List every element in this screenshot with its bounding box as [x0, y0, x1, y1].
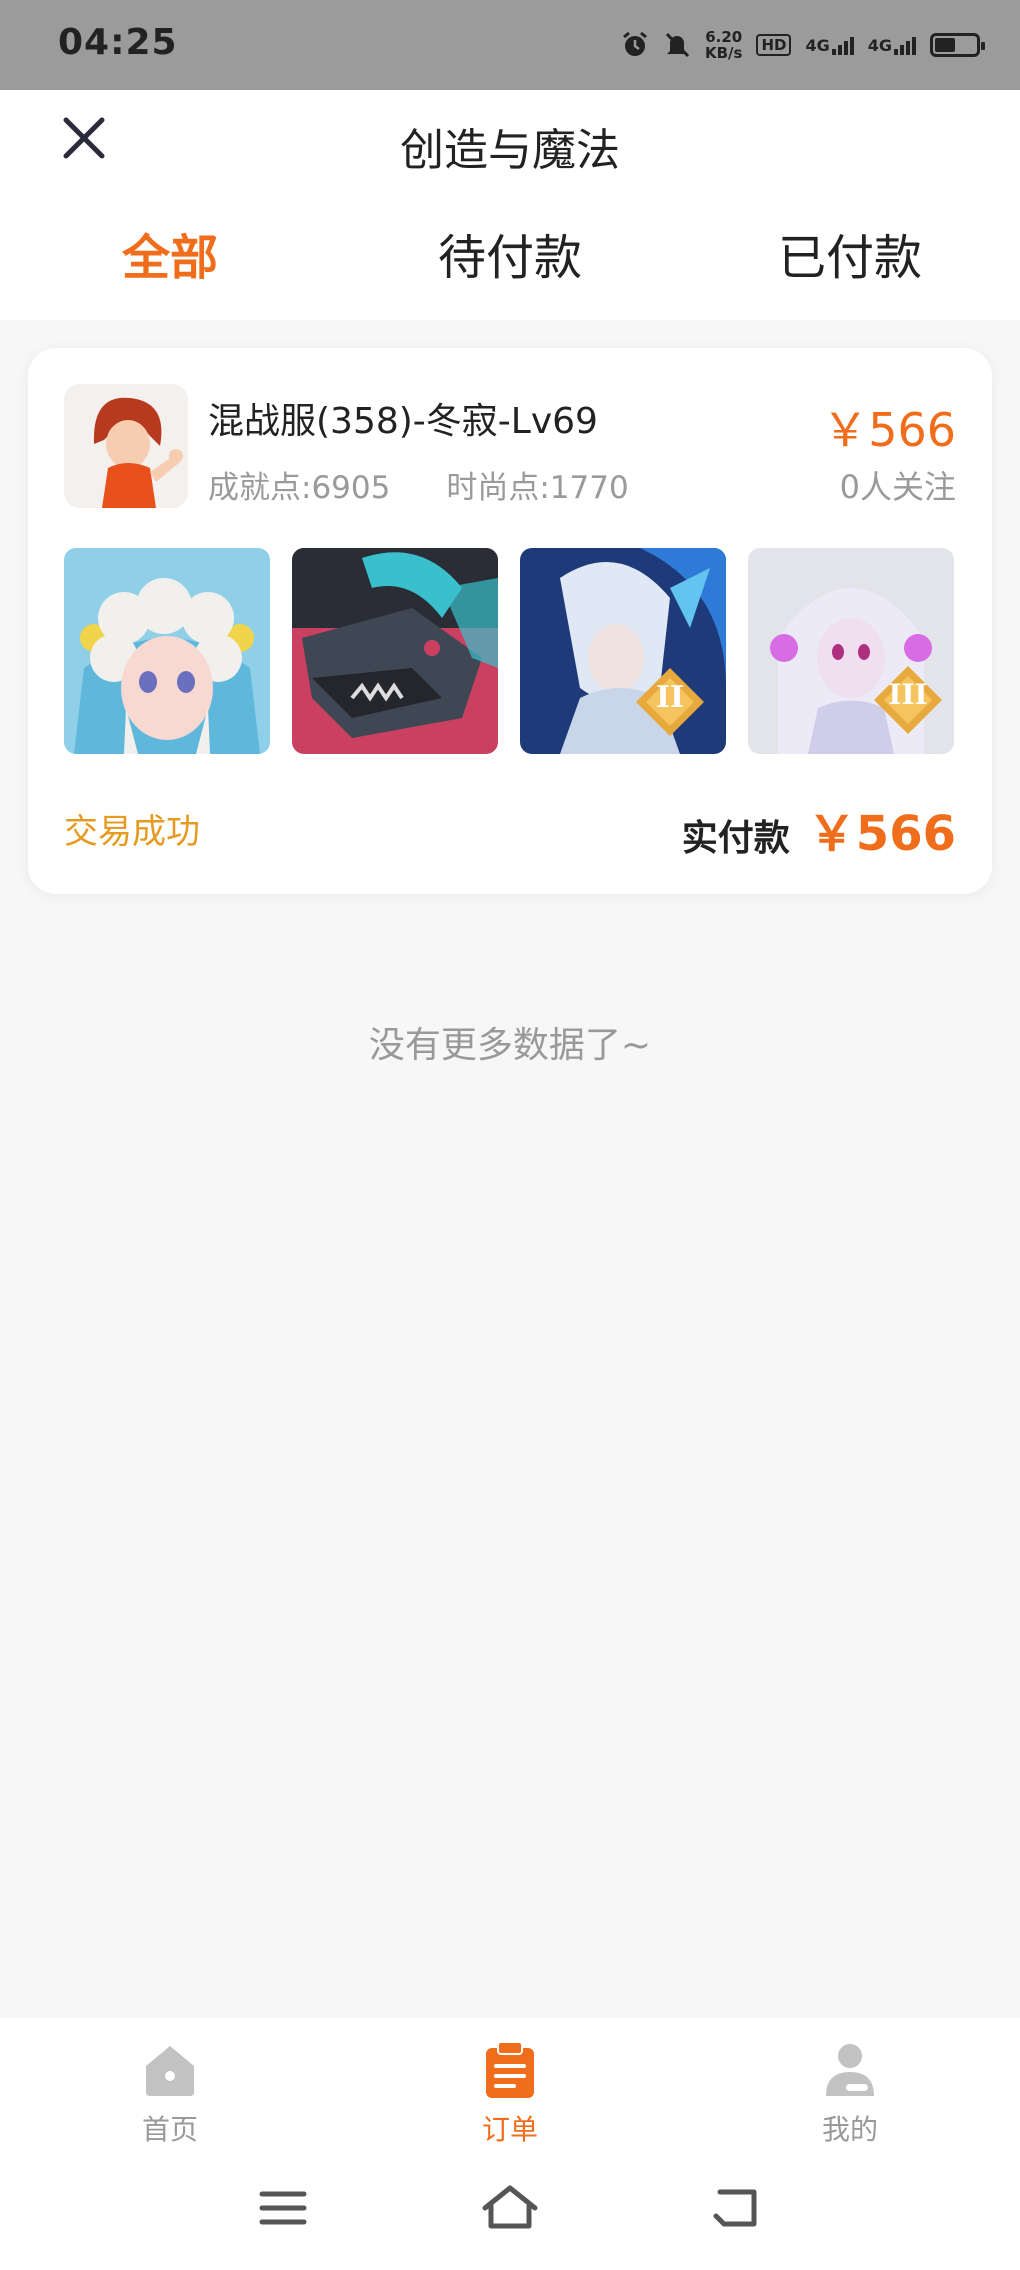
- tab-pending-payment[interactable]: 待付款: [340, 218, 680, 288]
- net-label-2: 4G: [867, 35, 892, 55]
- nav-orders-label: 订单: [481, 2113, 538, 2146]
- nav-home[interactable]: 首页: [100, 2040, 240, 2148]
- system-menu-button[interactable]: [248, 2178, 318, 2238]
- achievement-points: 成就点:6905: [208, 470, 391, 506]
- order-status: 交易成功: [64, 812, 200, 852]
- item-title: 混战服(358)-冬寂-Lv69: [208, 401, 598, 442]
- character-thumb-3-image: [520, 548, 726, 754]
- paid-label: 实付款: [681, 818, 790, 859]
- order-card[interactable]: 混战服(358)-冬寂-Lv69 成就点:6905 时尚点:1770 ￥566 …: [28, 348, 992, 894]
- character-avatar-icon: [64, 384, 188, 508]
- back-icon: [713, 2189, 757, 2227]
- fashion-points: 时尚点:1770: [446, 470, 629, 506]
- paid-amount: ￥566: [807, 806, 956, 862]
- character-thumb-3[interactable]: II: [520, 548, 726, 754]
- item-price: ￥566: [822, 403, 956, 457]
- signal-icon: [894, 36, 916, 55]
- system-back-button[interactable]: [702, 2178, 772, 2238]
- signal-sim2: 4G: [868, 36, 916, 55]
- mount-thumb-2[interactable]: [292, 548, 498, 754]
- character-thumb-1[interactable]: [64, 548, 270, 754]
- speed-unit: KB/s: [704, 44, 743, 62]
- home-icon: [146, 2046, 194, 2096]
- item-stats: 成就点:6905 时尚点:1770: [208, 462, 629, 507]
- battery-icon: [930, 33, 985, 57]
- signal-sim1: 4G: [805, 35, 854, 55]
- bottom-nav: 首页 订单 我的: [0, 2018, 1020, 2270]
- battery-level: [935, 38, 955, 52]
- profile-icon: [826, 2044, 874, 2096]
- nav-orders[interactable]: 订单: [440, 2040, 580, 2148]
- tab-bar: 全部 待付款 已付款: [0, 218, 1020, 288]
- menu-icon: [259, 2191, 307, 2225]
- status-icons: 6.20 KB/s HD 4G 4G: [621, 24, 985, 66]
- hd-badge: HD: [756, 34, 792, 56]
- alarm-icon: [623, 31, 647, 56]
- mute-icon: [665, 32, 690, 58]
- nav-mine[interactable]: 我的: [780, 2040, 920, 2148]
- header: 创造与魔法 全部 待付款 已付款: [0, 90, 1020, 320]
- tab-all[interactable]: 全部: [0, 218, 340, 288]
- character-thumb-4-image: [748, 548, 954, 754]
- orders-icon: [486, 2041, 534, 2098]
- page-title: 创造与魔法: [400, 125, 620, 176]
- character-thumb-4[interactable]: III: [748, 548, 954, 754]
- game-avatar: [64, 384, 188, 508]
- rank-badge: III: [888, 678, 928, 711]
- rank-badge: II: [655, 680, 685, 715]
- thumbnail-row: II III: [64, 548, 954, 754]
- signal-icon: [831, 36, 854, 55]
- net-label-1: 4G: [805, 35, 830, 55]
- nav-mine-label: 我的: [821, 2113, 878, 2146]
- nav-home-label: 首页: [141, 2113, 198, 2146]
- tab-paid[interactable]: 已付款: [680, 218, 1020, 288]
- followers-count: 0人关注: [839, 468, 956, 506]
- status-bar: 04:25 6.20 KB/s HD 4G 4G: [0, 0, 1020, 90]
- network-speed: 6.20 KB/s: [705, 29, 742, 61]
- speed-value: 6.20: [705, 28, 743, 46]
- system-home-button[interactable]: [475, 2178, 545, 2238]
- status-time: 04:25: [58, 22, 178, 63]
- mount-thumb-2-image: [292, 548, 498, 754]
- home-nav-icon: [482, 2185, 538, 2229]
- character-thumb-1-image: [64, 548, 270, 754]
- no-more-data-text: 没有更多数据了~: [368, 1025, 652, 1066]
- paid-amount-row: 实付款 ￥566: [682, 794, 956, 864]
